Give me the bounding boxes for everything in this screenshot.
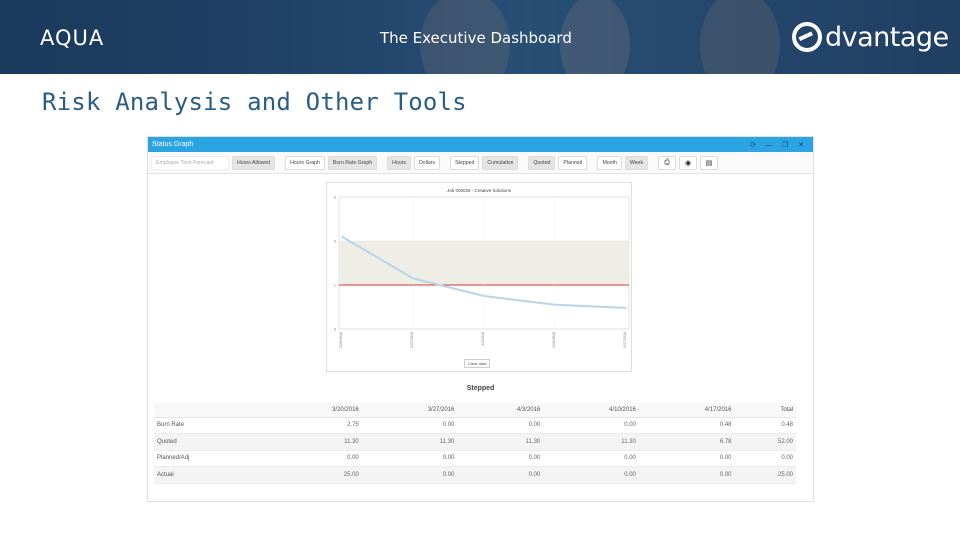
table-column-header: 3/27/2016	[361, 403, 458, 418]
table-cell: 11.30	[266, 433, 362, 451]
refresh-icon[interactable]: ⟳	[745, 141, 761, 149]
row-label: Quoted	[154, 433, 267, 451]
x-tick-label: 4/10/2016	[552, 332, 556, 348]
table-cell: 0.00	[361, 450, 458, 467]
y-tick-label: 2	[334, 239, 337, 244]
table-cell: 6.78	[638, 433, 735, 451]
table-cell: 0.00	[266, 450, 362, 467]
graph-toolbar: Employee Time Forecast Hours Allowed Hou…	[148, 152, 813, 174]
table-column-header: 4/3/2016	[457, 403, 544, 418]
table-cell: 0.00	[638, 466, 735, 484]
table-row: Actual 25.00 0.00 0.00 0.00 0.00 25.00	[154, 466, 796, 484]
planned-toggle[interactable]: Planned	[558, 155, 588, 170]
table-cell: 0.00	[543, 417, 639, 434]
export-icon[interactable]: ◉	[679, 155, 698, 170]
table-cell: 25.00	[266, 466, 362, 484]
chart-canvas: 3 2 1 03/20/2016 3/27/2016 4/3/2016 4/10/2016 4…	[334, 195, 630, 348]
minimize-icon[interactable]: —	[761, 141, 777, 149]
table-cell: 25.00	[734, 466, 796, 484]
brand-name: AQUA	[40, 26, 105, 50]
row-label: Planned/Adj	[154, 450, 267, 467]
table-cell: 0.00	[457, 450, 544, 467]
table-cell: 0.00	[543, 450, 639, 467]
table-column-header: 4/17/2016	[638, 403, 735, 418]
table-cell: 0.00	[734, 450, 796, 467]
document-icon[interactable]: ▤	[700, 155, 719, 170]
window-title: Status Graph	[152, 141, 194, 148]
x-tick-label: 4/17/2016	[623, 332, 627, 348]
table-cell: 0.00	[457, 466, 544, 484]
table-column-header: 3/20/2016	[266, 403, 362, 418]
x-tick-label: 3/27/2016	[410, 332, 414, 348]
table-header-row: 3/20/2016 3/27/2016 4/3/2016 4/10/2016 4/17/…	[154, 403, 796, 418]
y-tick-label: 0	[334, 327, 337, 332]
x-tick-label: 4/3/2016	[481, 332, 485, 346]
status-graph-window: Status Graph ⟳ — ❐ ✕ Employee Time Forec…	[147, 136, 814, 502]
row-label: Actual	[154, 466, 267, 484]
table-cell: 0.00	[457, 417, 544, 434]
page-title: Risk Analysis and Other Tools	[42, 88, 467, 116]
stepped-toggle[interactable]: Stepped	[450, 155, 480, 170]
table-cell: 2.75	[266, 417, 362, 434]
table-cell: 0.00	[638, 450, 735, 467]
x-tick-label: 3/20/2016	[339, 332, 343, 348]
table-cell: 52.00	[734, 433, 796, 451]
table-cell: 0.48	[734, 417, 796, 434]
burn-rate-table: 3/20/2016 3/27/2016 4/3/2016 4/10/2016 4/17/…	[154, 403, 796, 484]
employee-forecast-field[interactable]: Employee Time Forecast	[151, 155, 229, 170]
table-row: Quoted 11.30 11.30 11.30 11.30 6.78 52.00	[154, 433, 796, 451]
y-tick-label: 3	[334, 195, 337, 200]
table-column-header: 4/10/2016	[543, 403, 639, 418]
hours-allowed-button[interactable]: Hours Allowed	[232, 155, 276, 170]
slide: AQUA The Executive Dashboard dvantage Ri…	[0, 0, 960, 540]
header-banner: AQUA The Executive Dashboard dvantage	[0, 0, 960, 74]
table-row: Planned/Adj 0.00 0.00 0.00 0.00 0.00 0.00	[154, 450, 796, 467]
month-toggle[interactable]: Month	[597, 155, 622, 170]
window-titlebar: Status Graph ⟳ — ❐ ✕	[148, 137, 813, 152]
y-tick-label: 1	[334, 283, 337, 288]
printer-icon[interactable]: ⎙	[658, 155, 677, 170]
restore-icon[interactable]: ❐	[777, 141, 793, 149]
banner-title: The Executive Dashboard	[380, 29, 572, 47]
status-chart: Job 000025 - Creative Solutions 3 2 1 0 3/20…	[326, 182, 632, 372]
hours-graph-button[interactable]: Hours Graph	[285, 155, 325, 170]
table-cell: 0.00	[361, 417, 458, 434]
close-icon[interactable]: ✕	[793, 141, 809, 149]
week-toggle[interactable]: Week	[624, 155, 649, 170]
cumulative-toggle[interactable]: Cumulative	[482, 155, 519, 170]
quoted-toggle[interactable]: Quoted	[528, 155, 556, 170]
clear-data-button[interactable]: Clear data	[464, 359, 491, 368]
table-cell: 11.30	[361, 433, 458, 451]
table-cell: 0.00	[543, 466, 639, 484]
table-column-header	[154, 403, 267, 418]
table-column-header: Total	[734, 403, 796, 418]
hours-toggle[interactable]: Hours	[387, 155, 411, 170]
row-label: Burn Rate	[154, 417, 267, 434]
table-cell: 0.00	[361, 466, 458, 484]
advantage-logo: dvantage	[792, 20, 949, 54]
burn-rate-graph-button[interactable]: Burn Rate Graph	[327, 155, 378, 170]
dollars-toggle[interactable]: Dollars	[413, 155, 441, 170]
table-cell: 0.48	[638, 417, 735, 434]
table-cell: 11.30	[457, 433, 544, 451]
logo-mark-icon	[792, 22, 822, 52]
table-cell: 11.30	[543, 433, 639, 451]
mode-label: Stepped	[466, 385, 495, 392]
table-row: Burn Rate 2.75 0.00 0.00 0.00 0.48 0.48	[154, 417, 796, 434]
